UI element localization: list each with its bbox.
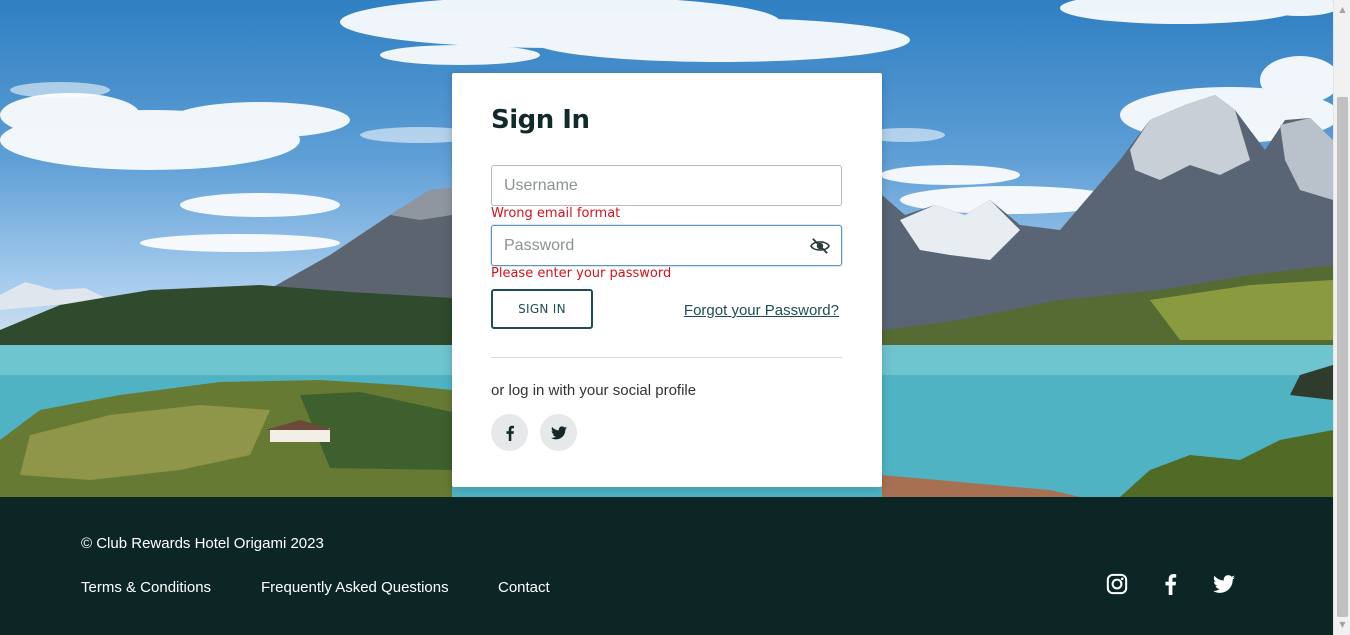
facebook-icon[interactable]	[1160, 573, 1182, 595]
footer: © Club Rewards Hotel Origami 2023 Terms …	[0, 497, 1333, 635]
divider	[491, 357, 842, 358]
password-field-wrapper	[491, 225, 842, 266]
twitter-login-button[interactable]	[540, 414, 577, 451]
vertical-scrollbar[interactable]: ▲ ▼	[1333, 0, 1350, 635]
footer-link-contact[interactable]: Contact	[498, 579, 550, 596]
password-input[interactable]	[492, 226, 841, 265]
username-input[interactable]	[492, 166, 841, 205]
sign-in-card: Sign In Wrong email format Please enter …	[452, 73, 882, 487]
forgot-password-link[interactable]: Forgot your Password?	[684, 302, 839, 319]
instagram-icon[interactable]	[1106, 573, 1128, 595]
scrollbar-thumb[interactable]	[1337, 97, 1348, 617]
eye-slash-icon[interactable]	[809, 237, 831, 255]
social-login-text: or log in with your social profile	[491, 382, 697, 399]
footer-link-faq[interactable]: Frequently Asked Questions	[261, 579, 449, 596]
page-title: Sign In	[491, 105, 590, 135]
facebook-icon	[505, 425, 514, 441]
scroll-up-arrow-icon[interactable]: ▲	[1334, 2, 1350, 18]
copyright-text: © Club Rewards Hotel Origami 2023	[81, 535, 324, 552]
username-error: Wrong email format	[491, 206, 621, 221]
facebook-login-button[interactable]	[491, 414, 528, 451]
password-error: Please enter your password	[491, 266, 672, 281]
sign-in-button[interactable]: SIGN IN	[491, 289, 593, 329]
username-field-wrapper	[491, 165, 842, 206]
footer-link-terms[interactable]: Terms & Conditions	[81, 579, 211, 596]
twitter-icon[interactable]	[1213, 573, 1235, 595]
scroll-down-arrow-icon[interactable]: ▼	[1334, 617, 1350, 633]
twitter-icon	[550, 425, 567, 439]
